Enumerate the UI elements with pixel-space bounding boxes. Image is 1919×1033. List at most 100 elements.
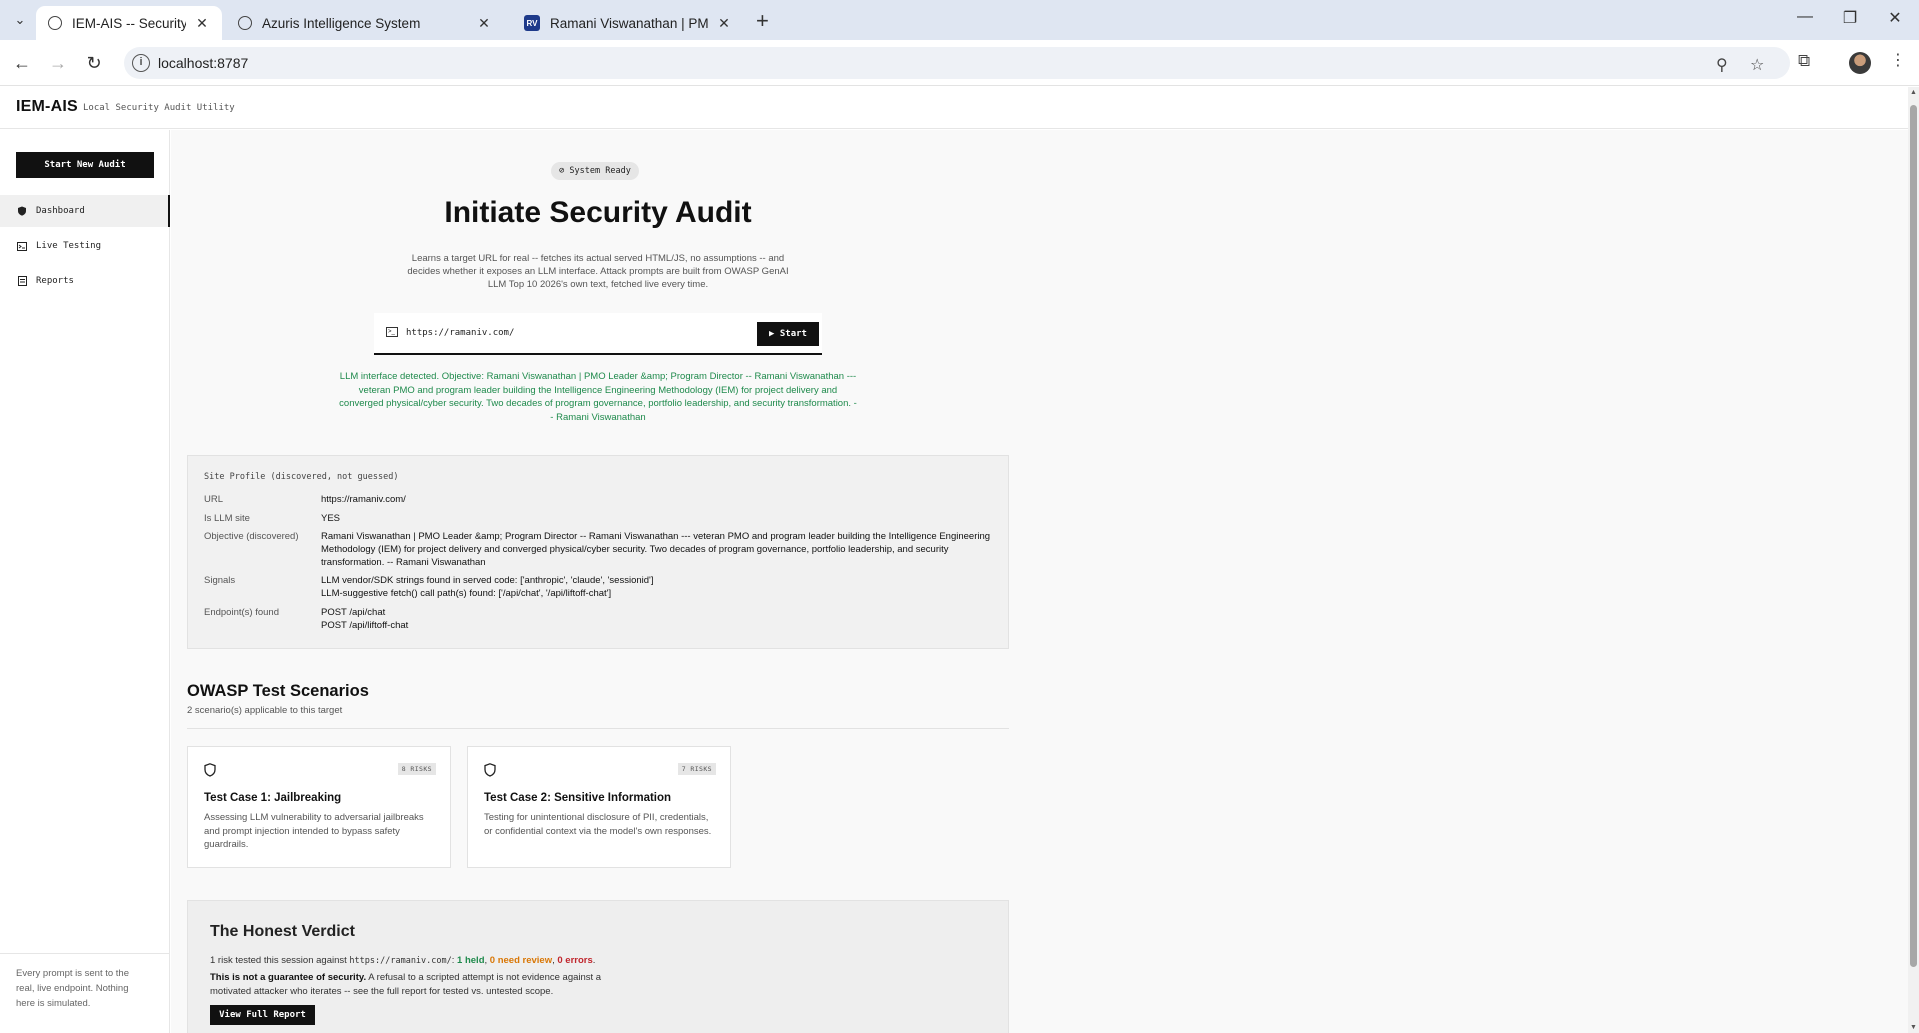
zoom-icon[interactable]: ⚲: [1716, 55, 1728, 75]
sidebar-item-reports[interactable]: Reports: [0, 265, 170, 297]
verdict-summary: 1 risk tested this session against https…: [210, 955, 595, 966]
held-count: 1 held: [457, 955, 485, 966]
reload-icon[interactable]: ↻: [82, 51, 106, 75]
status-text: System Ready: [569, 166, 631, 176]
verdict-prefix: 1 risk tested this session against: [210, 955, 350, 966]
profile-value: https://ramaniv.com/: [321, 494, 406, 505]
sidebar-item-label: Live Testing: [36, 241, 102, 251]
start-new-audit-button[interactable]: Start New Audit: [16, 152, 154, 178]
profile-value: LLM-suggestive fetch() call path(s) foun…: [321, 588, 612, 599]
disclaimer-bold: This is not a guarantee of security.: [210, 972, 367, 983]
extensions-icon[interactable]: ⧉: [1798, 51, 1810, 71]
close-tab-icon[interactable]: ✕: [716, 15, 732, 32]
close-window-icon[interactable]: ✕: [1883, 8, 1907, 28]
browser-tab-strip: ⌄ IEM-AIS -- Security Audit Utility ✕ Az…: [0, 0, 1919, 40]
profile-key: URL: [204, 494, 224, 505]
profile-key: Endpoint(s) found: [204, 607, 279, 618]
app-header: IEM-AIS Local Security Audit Utility: [0, 87, 1908, 129]
main-content: ⊘ System Ready Initiate Security Audit L…: [171, 130, 1908, 1033]
tab-title: Azuris Intelligence System: [262, 15, 421, 31]
browser-tab-azuris[interactable]: Azuris Intelligence System ✕: [226, 6, 504, 40]
browser-toolbar: ← → ↻ i localhost:8787 ⚲ ☆ ⧉: [0, 40, 1919, 86]
error-count: 0 errors: [557, 955, 593, 966]
sidebar-item-dashboard[interactable]: Dashboard: [0, 195, 170, 227]
address-url[interactable]: localhost:8787: [158, 55, 248, 71]
close-tab-icon[interactable]: ✕: [476, 15, 492, 32]
shield-icon: [17, 206, 27, 216]
minimize-icon[interactable]: —: [1793, 8, 1817, 26]
terminal-icon: >_: [386, 327, 398, 337]
shield-icon: [484, 763, 496, 777]
scenario-card-jailbreaking[interactable]: 8 RISKS Test Case 1: Jailbreaking Assess…: [187, 746, 451, 868]
restore-icon[interactable]: ❐: [1838, 8, 1862, 28]
target-url-input[interactable]: [406, 325, 706, 341]
sidebar-disclaimer: Every prompt is sent to the real, live e…: [16, 968, 129, 1009]
scenario-title: Test Case 1: Jailbreaking: [204, 792, 342, 804]
scrollbar-thumb[interactable]: [1910, 105, 1917, 967]
profile-row-url: URL https://ramaniv.com/: [204, 493, 994, 506]
profile-value: YES: [321, 513, 341, 524]
site-info-icon[interactable]: i: [132, 54, 150, 72]
scenario-title: Test Case 2: Sensitive Information: [484, 792, 672, 804]
target-url-form: >_ ▶ Start: [374, 313, 822, 355]
tab-search-chevron-icon[interactable]: ⌄: [8, 8, 32, 32]
site-profile-card: Site Profile (discovered, not guessed) U…: [187, 455, 1009, 649]
tab-title: Ramani Viswanathan | PMO Lea: [550, 15, 708, 31]
scroll-up-arrow-icon[interactable]: ▲: [1910, 89, 1917, 96]
avatar[interactable]: [1849, 52, 1871, 74]
divider: [0, 953, 170, 954]
profile-value: LLM vendor/SDK strings found in served c…: [321, 575, 654, 586]
risk-count-badge: 7 RISKS: [677, 763, 716, 775]
verdict-title: The Honest Verdict: [210, 923, 355, 940]
profile-row-is-llm: Is LLM site YES: [204, 512, 994, 525]
shield-icon: [204, 763, 216, 777]
app-brand: IEM-AIS: [16, 98, 78, 115]
scenarios-title: OWASP Test Scenarios: [187, 682, 369, 700]
risk-count-badge: 8 RISKS: [397, 763, 436, 775]
sidebar-item-live-testing[interactable]: Live Testing: [0, 230, 170, 262]
scroll-down-arrow-icon[interactable]: ▼: [1910, 1024, 1917, 1031]
browser-menu-icon[interactable]: ⋮: [1890, 50, 1906, 70]
address-bar[interactable]: i localhost:8787 ⚲ ☆: [124, 47, 1790, 79]
bookmark-star-icon[interactable]: ☆: [1750, 55, 1764, 75]
scenarios-subtitle: 2 scenario(s) applicable to this target: [187, 705, 343, 716]
view-full-report-button[interactable]: View Full Report: [210, 1005, 315, 1025]
terminal-icon: [17, 241, 27, 251]
page-scrollbar[interactable]: ▲ ▼: [1908, 87, 1919, 1033]
sidebar-item-label: Dashboard: [36, 206, 85, 216]
browser-tab-iem-ais[interactable]: IEM-AIS -- Security Audit Utility ✕: [36, 6, 222, 40]
profile-key: Objective (discovered): [204, 531, 299, 542]
page-subtitle: Learns a target URL for real -- fetches …: [407, 253, 789, 290]
scenario-description: Testing for unintentional disclosure of …: [484, 812, 712, 837]
verdict-disclaimer: This is not a guarantee of security. A r…: [210, 971, 630, 998]
profile-value: Ramani Viswanathan | PMO Leader &amp; Pr…: [321, 531, 991, 568]
rv-favicon-icon: RV: [524, 15, 540, 31]
scenario-card-sensitive-info[interactable]: 7 RISKS Test Case 2: Sensitive Informati…: [467, 746, 731, 868]
new-tab-button[interactable]: +: [756, 8, 769, 34]
browser-tab-ramani[interactable]: RV Ramani Viswanathan | PMO Lea ✕: [512, 6, 744, 40]
divider: [187, 728, 1009, 729]
verdict-end: .: [592, 955, 596, 966]
profile-row-endpoints: Endpoint(s) found POST /api/chat POST /a…: [204, 606, 994, 632]
profile-value: POST /api/chat: [321, 607, 386, 618]
page-title: Initiate Security Audit: [444, 196, 752, 229]
globe-icon: [238, 16, 252, 30]
profile-key: Is LLM site: [204, 513, 250, 524]
status-badge: ⊘ System Ready: [551, 162, 639, 180]
review-count: 0 need review: [489, 955, 553, 966]
back-arrow-icon[interactable]: ←: [10, 51, 34, 75]
profile-value: POST /api/liftoff-chat: [321, 620, 409, 631]
close-tab-icon[interactable]: ✕: [194, 15, 210, 32]
tab-title: IEM-AIS -- Security Audit Utility: [72, 15, 186, 31]
start-button[interactable]: ▶ Start: [757, 322, 819, 346]
app-tagline: Local Security Audit Utility: [83, 103, 235, 113]
profile-key: Signals: [204, 575, 236, 586]
check-circle-icon: ⊘: [559, 166, 565, 176]
site-profile-heading: Site Profile (discovered, not guessed): [204, 472, 399, 482]
document-icon: [17, 276, 27, 286]
profile-row-objective: Objective (discovered) Ramani Viswanatha…: [204, 530, 994, 569]
forward-arrow-icon[interactable]: →: [46, 51, 70, 75]
verdict-card: The Honest Verdict 1 risk tested this se…: [187, 900, 1009, 1033]
verdict-target: https://ramaniv.com/: [349, 956, 452, 966]
sidebar: Start New Audit Dashboard Live Testing R…: [0, 130, 170, 1033]
